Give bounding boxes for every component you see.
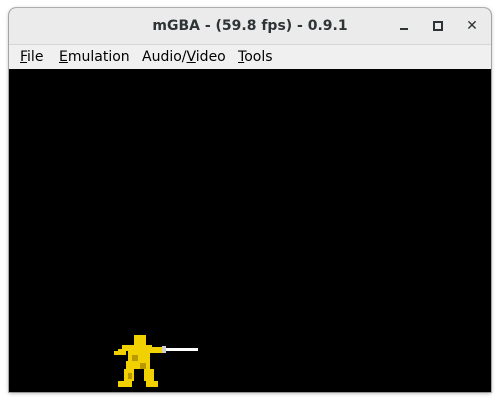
menu-tools[interactable]: Tools (238, 45, 273, 69)
maximize-button[interactable] (428, 16, 448, 36)
window-title: mGBA - (59.8 fps) - 0.9.1 (152, 18, 348, 34)
menu-emulation-mnemonic: E (59, 49, 68, 65)
close-button[interactable]: ✕ (462, 16, 482, 36)
menu-bar: File Emulation Audio/Video Tools (9, 45, 491, 69)
menu-emulation[interactable]: Emulation (59, 45, 130, 69)
menu-file-label: ile (27, 49, 44, 65)
menu-audio-video-pre: Audio/ (142, 49, 187, 65)
title-bar[interactable]: mGBA - (59.8 fps) - 0.9.1 ✕ (9, 8, 491, 45)
minimize-icon (400, 28, 408, 30)
menu-file[interactable]: File (20, 45, 43, 69)
menu-audio-video-label: ideo (195, 49, 226, 65)
fencer-sprite (114, 335, 198, 387)
menu-file-mnemonic: F (20, 49, 28, 65)
menu-tools-label: ools (244, 49, 273, 65)
maximize-icon (433, 21, 443, 31)
minimize-button[interactable] (394, 16, 414, 36)
game-screen[interactable] (9, 69, 491, 392)
menu-audio-video-mnemonic: V (186, 49, 196, 65)
app-window: mGBA - (59.8 fps) - 0.9.1 ✕ File Emulati… (9, 8, 491, 392)
close-icon: ✕ (466, 18, 478, 34)
menu-emulation-label: mulation (67, 49, 130, 65)
sword (164, 348, 198, 351)
menu-audio-video[interactable]: Audio/Video (142, 45, 226, 69)
